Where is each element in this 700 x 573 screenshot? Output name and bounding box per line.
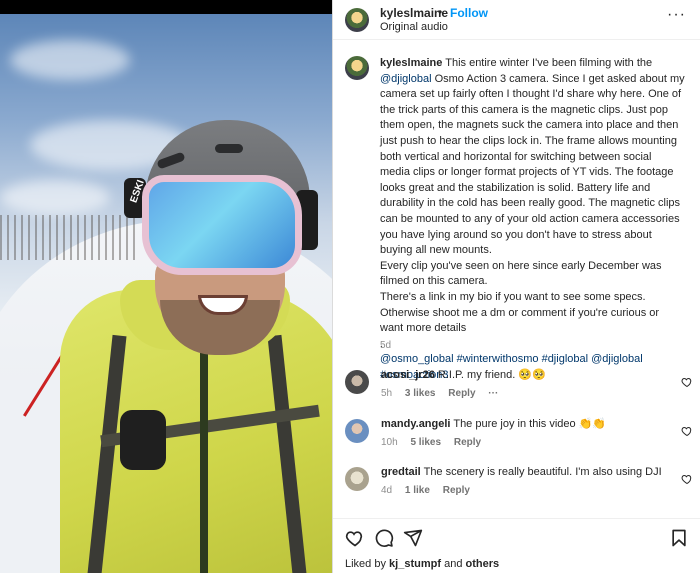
post-actions: [333, 518, 700, 556]
caption-timestamp[interactable]: 5d: [380, 340, 391, 351]
comment-text: mandy.angeli The pure joy in this video …: [381, 417, 671, 431]
caption-line: Otherwise shoot me a dm or comment if yo…: [380, 306, 660, 319]
caption-line: just push to hear the clips lock in. The…: [380, 134, 677, 147]
reply-button[interactable]: Reply: [448, 388, 475, 399]
follow-button[interactable]: Follow: [450, 6, 488, 20]
comment-time[interactable]: 4d: [381, 485, 392, 496]
caption-line: them open, the magnets suck the camera i…: [380, 119, 679, 132]
comment-more-icon[interactable]: ···: [488, 388, 498, 399]
caption-line: .: [380, 337, 384, 350]
caption-line: looks great and the stabilization is sol…: [380, 181, 651, 194]
caption-line: media clips or longer format projects of…: [380, 166, 674, 179]
caption-line: kyleslmaine This entire winter I've been…: [380, 56, 692, 72]
liked-by-and: and: [444, 558, 463, 570]
comment-body: The pure joy in this video 👏👏: [453, 418, 607, 430]
caption-username[interactable]: kyleslmaine: [380, 57, 442, 69]
comment-time[interactable]: 5h: [381, 388, 392, 399]
radio-mount: [120, 410, 166, 470]
reply-button[interactable]: Reply: [443, 485, 470, 496]
comment-item: acosi_jr26 R.I.P. my friend. 🥺🥺 5h 3 lik…: [345, 368, 695, 404]
caption-line: you have lying around so you don't have …: [380, 228, 652, 241]
heart-icon[interactable]: [345, 528, 365, 548]
avatar[interactable]: [345, 370, 369, 394]
comment-time[interactable]: 10h: [381, 437, 398, 448]
bookmark-icon[interactable]: [669, 528, 689, 548]
goggles: [142, 175, 302, 275]
avatar[interactable]: [345, 56, 369, 80]
caption-line: buying all new mounts.: [380, 244, 492, 257]
comment-username[interactable]: mandy.angeli: [381, 418, 450, 430]
like-comment-icon[interactable]: [681, 425, 693, 437]
comment-likes[interactable]: 1 like: [405, 485, 430, 496]
post-video[interactable]: ESKI: [0, 0, 332, 573]
comment-likes[interactable]: 5 likes: [410, 437, 441, 448]
caption-text: kyleslmaine This entire winter I've been…: [380, 56, 692, 383]
caption-line: There's a link in my bio if you want to …: [380, 290, 646, 303]
caption-line: camera set up fairly often I thought I'd…: [380, 88, 682, 101]
audio-label[interactable]: Original audio: [380, 21, 448, 33]
post-header: kyleslmaine • Follow Original audio ···: [333, 0, 700, 40]
caption-line: the trick parts of this camera is the ma…: [380, 103, 668, 116]
comment-item: gredtail The scenery is really beautiful…: [345, 465, 695, 501]
comment-text: gredtail The scenery is really beautiful…: [381, 465, 671, 479]
comment-meta: 4d 1 like Reply: [381, 485, 470, 496]
comment-likes[interactable]: 3 likes: [405, 388, 436, 399]
cloud: [10, 40, 130, 80]
caption-line: both vertical and horizontal for switchi…: [380, 150, 652, 163]
reply-button[interactable]: Reply: [454, 437, 481, 448]
comment-username[interactable]: acosi_jr26: [381, 369, 435, 381]
avatar[interactable]: [345, 8, 369, 32]
like-comment-icon[interactable]: [681, 376, 693, 388]
comment-meta: 10h 5 likes Reply: [381, 437, 481, 448]
jacket-zipper: [200, 320, 208, 573]
liked-by-line: Liked by kj_stumpf and others: [345, 558, 499, 570]
liked-by-prefix: Liked by: [345, 558, 386, 570]
caption-line: Every clip you've seen on here since ear…: [380, 259, 662, 272]
liked-by-user[interactable]: kj_stumpf: [389, 558, 441, 570]
like-comment-icon[interactable]: [681, 473, 693, 485]
comment-meta: 5h 3 likes Reply ···: [381, 388, 498, 399]
post-panel: kyleslmaine • Follow Original audio ··· …: [333, 0, 700, 573]
video-top-bar: [0, 0, 332, 14]
avatar[interactable]: [345, 419, 369, 443]
caption-mention[interactable]: @djiglobal: [380, 73, 432, 85]
main-subject: ESKI: [60, 120, 332, 573]
caption-line: @djiglobal Osmo Action 3 camera. Since I…: [380, 72, 685, 85]
share-icon[interactable]: [403, 528, 423, 548]
comment-icon[interactable]: [374, 528, 394, 548]
helmet-vent: [156, 151, 186, 170]
comment-username[interactable]: gredtail: [381, 466, 421, 478]
more-options-icon[interactable]: ···: [667, 6, 686, 24]
caption-line-text: This entire winter I've been filming wit…: [445, 57, 653, 69]
avatar[interactable]: [345, 467, 369, 491]
liked-by-others[interactable]: others: [466, 558, 500, 570]
caption-hashtags[interactable]: @osmo_global #winterwithosmo #djiglobal …: [380, 352, 692, 368]
caption-line: want more details: [380, 322, 467, 335]
separator-dot: •: [438, 5, 443, 19]
caption-line: can be mounted to any of your old action…: [380, 212, 680, 225]
comment-body: The scenery is really beautiful. I'm als…: [423, 466, 662, 478]
comment-body: R.I.P. my friend. 🥺🥺: [437, 369, 546, 381]
comment-item: mandy.angeli The pure joy in this video …: [345, 417, 695, 453]
comment-text: acosi_jr26 R.I.P. my friend. 🥺🥺: [381, 368, 671, 382]
caption-line: durability in the cold has been really g…: [380, 197, 681, 210]
helmet-vent: [215, 144, 243, 153]
caption-line: filmed on this camera.: [380, 275, 488, 288]
